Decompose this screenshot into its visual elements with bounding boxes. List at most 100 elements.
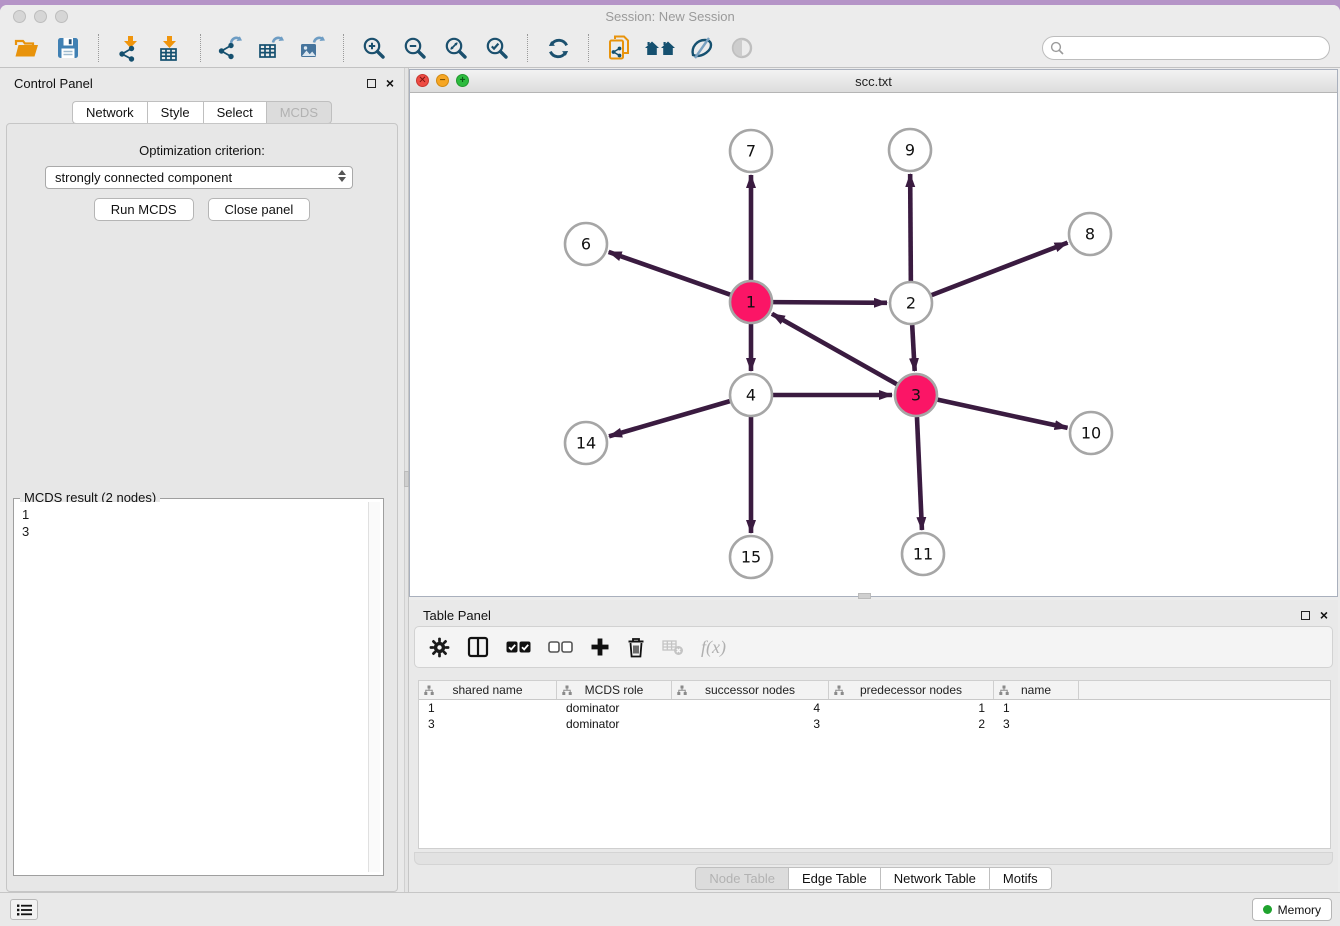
zoom-fit-button[interactable] (439, 32, 473, 64)
tab-mcds[interactable]: MCDS (266, 101, 332, 124)
table-cell[interactable]: 1 (994, 700, 1079, 716)
import-network-button[interactable] (112, 32, 146, 64)
table-row[interactable]: 3dominator323 (419, 716, 1330, 732)
graph-node-7[interactable]: 7 (730, 130, 772, 172)
window-title: Session: New Session (0, 9, 1340, 24)
result-scrollbar[interactable] (368, 502, 380, 872)
show-columns-button[interactable] (467, 634, 489, 660)
column-sort-icon (834, 685, 844, 696)
criterion-select[interactable]: strongly connected component (45, 166, 353, 189)
column-header-predecessor-nodes[interactable]: predecessor nodes (829, 681, 994, 699)
table-cell[interactable]: 4 (672, 700, 829, 716)
first-neighbors-button[interactable] (643, 32, 677, 64)
network-frame-titlebar[interactable]: ✕ − + scc.txt (410, 70, 1337, 93)
float-panel-icon[interactable] (367, 79, 376, 88)
deselect-all-button[interactable] (548, 634, 573, 660)
graph-node-10[interactable]: 10 (1070, 412, 1112, 454)
graph-edge-1-2[interactable] (773, 302, 887, 303)
graph-node-15[interactable]: 15 (730, 536, 772, 578)
graphics-details-button[interactable] (684, 32, 718, 64)
tab-motifs[interactable]: Motifs (989, 867, 1052, 890)
add-row-button[interactable] (590, 634, 610, 660)
export-table-button[interactable] (255, 32, 289, 64)
column-header-MCDS-role[interactable]: MCDS role (557, 681, 672, 699)
graph-edge-1-6[interactable] (609, 252, 731, 295)
select-all-button[interactable] (506, 634, 531, 660)
tab-style[interactable]: Style (147, 101, 203, 124)
open-folder-icon (14, 35, 40, 61)
result-line[interactable]: 3 (22, 523, 366, 540)
import-table-button[interactable] (153, 32, 187, 64)
zoom-out-icon (402, 35, 428, 61)
graph-edge-3-11[interactable] (917, 417, 922, 530)
zoom-selected-icon (484, 35, 510, 61)
tab-edge-table[interactable]: Edge Table (788, 867, 880, 890)
task-history-button[interactable] (10, 899, 38, 920)
horizontal-split-grip[interactable] (858, 593, 871, 599)
network-canvas[interactable]: 1 2 3 4 6 7 8 9 10 11 14 15 (410, 93, 1337, 596)
table-cell[interactable]: 1 (419, 700, 557, 716)
zoom-selected-button[interactable] (480, 32, 514, 64)
column-header-name[interactable]: name (994, 681, 1079, 699)
float-table-panel-icon[interactable] (1301, 611, 1310, 620)
export-image-button[interactable] (296, 32, 330, 64)
graph-edge-3-1[interactable] (772, 314, 897, 384)
refresh-button[interactable] (541, 32, 575, 64)
column-header-shared-name[interactable]: shared name (419, 681, 557, 699)
export-network-button[interactable] (214, 32, 248, 64)
table-cell[interactable]: 3 (994, 716, 1079, 732)
save-session-button[interactable] (51, 32, 85, 64)
table-hscrollbar[interactable] (414, 852, 1333, 865)
graph-edge-2-8[interactable] (932, 243, 1068, 295)
zoom-out-button[interactable] (398, 32, 432, 64)
clone-network-button[interactable] (602, 32, 636, 64)
eye-button[interactable] (725, 32, 759, 64)
column-label: name (1021, 683, 1051, 697)
tab-network[interactable]: Network (72, 101, 147, 124)
optimization-label: Optimization criterion: (7, 143, 397, 158)
graph-node-4[interactable]: 4 (730, 374, 772, 416)
memory-status-icon (1263, 905, 1272, 914)
close-table-panel-icon[interactable]: × (1320, 609, 1328, 621)
graph-edge-3-10[interactable] (937, 400, 1067, 428)
column-label: MCDS role (585, 683, 644, 697)
open-file-button[interactable] (10, 32, 44, 64)
tab-network-table[interactable]: Network Table (880, 867, 989, 890)
table-row[interactable]: 1dominator411 (419, 700, 1330, 716)
graph-node-2[interactable]: 2 (890, 282, 932, 324)
table-cell[interactable]: 2 (829, 716, 994, 732)
table-cell[interactable]: 3 (672, 716, 829, 732)
tab-select[interactable]: Select (203, 101, 266, 124)
table-cell[interactable]: 3 (419, 716, 557, 732)
column-header-successor-nodes[interactable]: successor nodes (672, 681, 829, 699)
run-mcds-button[interactable]: Run MCDS (94, 198, 194, 221)
main-toolbar (0, 29, 1340, 68)
graph-node-8[interactable]: 8 (1069, 213, 1111, 255)
table-cell[interactable]: dominator (557, 700, 672, 716)
search-input[interactable] (1042, 36, 1330, 60)
svg-text:10: 10 (1081, 424, 1101, 443)
close-panel-button[interactable]: Close panel (208, 198, 311, 221)
graph-node-3[interactable]: 3 (895, 374, 937, 416)
tab-node-table[interactable]: Node Table (695, 867, 788, 890)
graph-edge-2-3[interactable] (912, 325, 915, 371)
graph-edge-4-14[interactable] (609, 401, 730, 436)
zoom-in-button[interactable] (357, 32, 391, 64)
delete-table-button[interactable] (662, 634, 684, 660)
network-graph[interactable]: 1 2 3 4 6 7 8 9 10 11 14 15 (410, 93, 1337, 596)
graph-node-14[interactable]: 14 (565, 422, 607, 464)
function-builder-button[interactable]: f(x) (701, 634, 726, 660)
memory-button[interactable]: Memory (1252, 898, 1332, 921)
graph-node-6[interactable]: 6 (565, 223, 607, 265)
graph-node-11[interactable]: 11 (902, 533, 944, 575)
table-cell[interactable]: 1 (829, 700, 994, 716)
table-cell[interactable]: dominator (557, 716, 672, 732)
table-settings-button[interactable] (429, 634, 450, 660)
result-line[interactable]: 1 (22, 506, 366, 523)
close-panel-icon[interactable]: × (386, 77, 394, 89)
graph-node-1[interactable]: 1 (730, 281, 772, 323)
delete-row-button[interactable] (627, 634, 645, 660)
graph-edge-2-9[interactable] (910, 174, 911, 281)
graph-node-9[interactable]: 9 (889, 129, 931, 171)
table-header-row: shared name MCDS role successor nodesprede… (419, 681, 1330, 700)
